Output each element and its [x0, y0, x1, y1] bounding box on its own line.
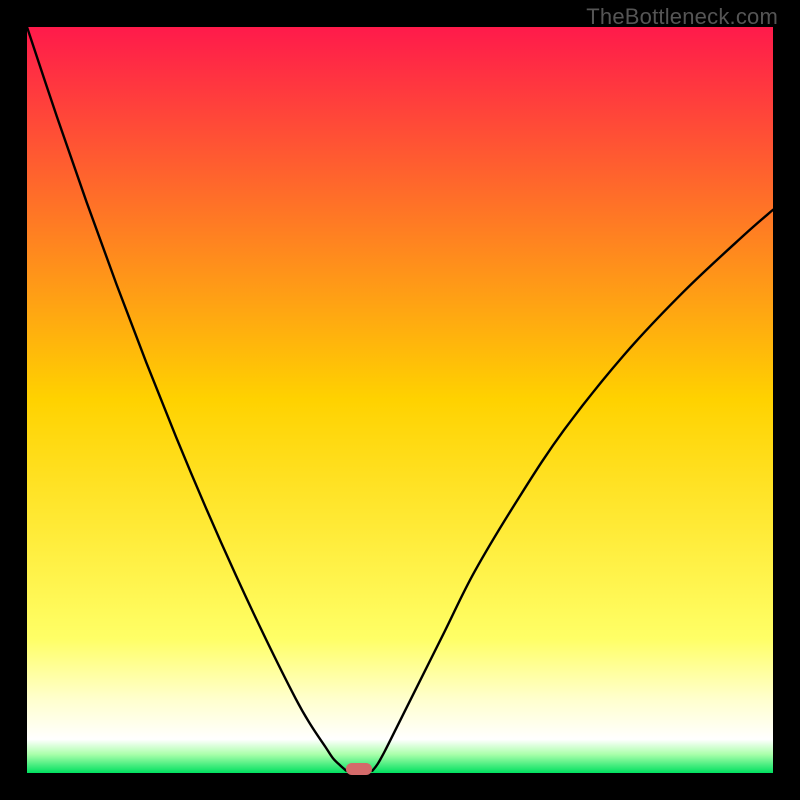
- watermark-text: TheBottleneck.com: [586, 4, 778, 30]
- chart-frame: { "watermark": "TheBottleneck.com", "cha…: [0, 0, 800, 800]
- bottleneck-marker: [346, 763, 372, 775]
- plot-background: [27, 27, 773, 773]
- chart-svg: [0, 0, 800, 800]
